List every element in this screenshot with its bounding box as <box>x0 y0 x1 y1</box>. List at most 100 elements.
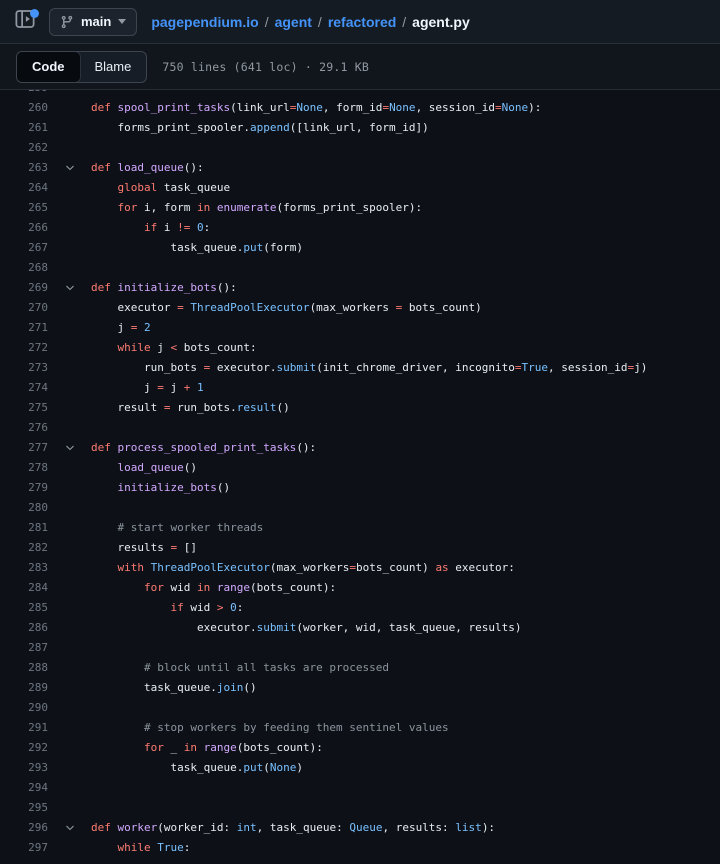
line-number[interactable]: 292 <box>0 738 48 758</box>
code-text: global task_queue <box>91 178 230 198</box>
line-number[interactable]: 277 <box>0 438 48 458</box>
code-text: with ThreadPoolExecutor(max_workers=bots… <box>91 558 515 578</box>
line-number[interactable]: 271 <box>0 318 48 338</box>
code-text: task_queue.put(None) <box>91 758 303 778</box>
branch-name: main <box>81 14 111 29</box>
code-text: def load_queue(): <box>91 158 204 178</box>
code-text: executor.submit(worker, wid, task_queue,… <box>91 618 522 638</box>
line-number[interactable]: 288 <box>0 658 48 678</box>
code-text: while True: <box>91 838 190 858</box>
line-number[interactable]: 264 <box>0 178 48 198</box>
line-number[interactable]: 290 <box>0 698 48 718</box>
line-number[interactable]: 276 <box>0 418 48 438</box>
code-line: 293 task_queue.put(None) <box>0 758 720 778</box>
line-number[interactable]: 286 <box>0 618 48 638</box>
code-line: 289 task_queue.join() <box>0 678 720 698</box>
line-number[interactable]: 274 <box>0 378 48 398</box>
code-text: if wid > 0: <box>91 598 243 618</box>
code-text: forms_print_spooler.append([link_url, fo… <box>91 118 429 138</box>
line-number[interactable]: 275 <box>0 398 48 418</box>
code-line: 267 task_queue.put(form) <box>0 238 720 258</box>
code-line: 279 initialize_bots() <box>0 478 720 498</box>
git-branch-icon <box>60 15 74 29</box>
branch-selector-button[interactable]: main <box>49 8 137 36</box>
code-line: 283 with ThreadPoolExecutor(max_workers=… <box>0 558 720 578</box>
fold-chevron-icon[interactable] <box>48 282 91 294</box>
line-number[interactable]: 278 <box>0 458 48 478</box>
code-text: results = [] <box>91 538 197 558</box>
code-text: # stop workers by feeding them sentinel … <box>91 718 449 738</box>
line-number[interactable]: 295 <box>0 798 48 818</box>
code-text: # block until all tasks are processed <box>91 658 389 678</box>
code-viewer: 259260 def spool_print_tasks(link_url=Non… <box>0 90 720 863</box>
code-text: if i != 0: <box>91 218 210 238</box>
line-number[interactable]: 280 <box>0 498 48 518</box>
line-number[interactable]: 272 <box>0 338 48 358</box>
code-line: 284 for wid in range(bots_count): <box>0 578 720 598</box>
file-toolbar: Code Blame 750 lines (641 loc) · 29.1 KB <box>0 44 720 90</box>
line-number[interactable]: 269 <box>0 278 48 298</box>
fold-chevron-icon[interactable] <box>48 822 91 834</box>
code-line: 263 def load_queue(): <box>0 158 720 178</box>
line-number[interactable]: 296 <box>0 818 48 838</box>
code-tab[interactable]: Code <box>16 51 81 83</box>
notification-dot <box>30 9 39 18</box>
line-number[interactable]: 282 <box>0 538 48 558</box>
fold-chevron-icon[interactable] <box>48 162 91 174</box>
expand-file-tree-button[interactable] <box>14 11 36 33</box>
code-line: 271 j = 2 <box>0 318 720 338</box>
line-number[interactable]: 267 <box>0 238 48 258</box>
line-number[interactable]: 268 <box>0 258 48 278</box>
breadcrumb: pagependium.io / agent / refactored / ag… <box>151 14 469 30</box>
line-number[interactable]: 263 <box>0 158 48 178</box>
code-line: 272 while j < bots_count: <box>0 338 720 358</box>
code-line: 269def initialize_bots(): <box>0 278 720 298</box>
blame-tab[interactable]: Blame <box>80 52 147 82</box>
breadcrumb-file-name: agent.py <box>412 14 470 30</box>
code-text: def worker(worker_id: int, task_queue: Q… <box>91 818 495 838</box>
fold-chevron-icon[interactable] <box>48 442 91 454</box>
line-number[interactable]: 265 <box>0 198 48 218</box>
line-number[interactable]: 289 <box>0 678 48 698</box>
line-number[interactable]: 279 <box>0 478 48 498</box>
file-info: 750 lines (641 loc) · 29.1 KB <box>162 60 369 74</box>
code-line: 277 def process_spooled_print_tasks(): <box>0 438 720 458</box>
code-line: 288 # block until all tasks are processe… <box>0 658 720 678</box>
code-line: 295 <box>0 798 720 818</box>
breadcrumb-separator: / <box>318 14 322 30</box>
code-text: for i, form in enumerate(forms_print_spo… <box>91 198 422 218</box>
code-text: task_queue.put(form) <box>91 238 303 258</box>
line-number[interactable]: 285 <box>0 598 48 618</box>
line-number[interactable]: 283 <box>0 558 48 578</box>
line-number[interactable]: 260 <box>0 98 48 118</box>
code-text: for wid in range(bots_count): <box>91 578 336 598</box>
code-text: result = run_bots.result() <box>91 398 290 418</box>
line-number[interactable]: 270 <box>0 298 48 318</box>
breadcrumb-dir-link[interactable]: refactored <box>328 14 396 30</box>
line-number[interactable]: 281 <box>0 518 48 538</box>
code-line: 275 result = run_bots.result() <box>0 398 720 418</box>
line-number[interactable]: 262 <box>0 138 48 158</box>
line-number[interactable]: 273 <box>0 358 48 378</box>
chevron-down-icon <box>118 19 126 24</box>
line-number[interactable]: 259 <box>0 90 48 98</box>
line-number[interactable]: 284 <box>0 578 48 598</box>
line-number[interactable]: 294 <box>0 778 48 798</box>
code-line: 273 run_bots = executor.submit(init_chro… <box>0 358 720 378</box>
line-number[interactable]: 266 <box>0 218 48 238</box>
code-line: 294 <box>0 778 720 798</box>
code-line: 266 if i != 0: <box>0 218 720 238</box>
code-line: 265 for i, form in enumerate(forms_print… <box>0 198 720 218</box>
breadcrumb-repo-link[interactable]: pagependium.io <box>151 14 258 30</box>
code-text: def process_spooled_print_tasks(): <box>91 438 316 458</box>
line-number[interactable]: 287 <box>0 638 48 658</box>
line-number[interactable]: 297 <box>0 838 48 858</box>
code-text: j = j + 1 <box>91 378 204 398</box>
breadcrumb-dir-link[interactable]: agent <box>275 14 312 30</box>
line-number[interactable]: 293 <box>0 758 48 778</box>
code-line: 282 results = [] <box>0 538 720 558</box>
code-text: def spool_print_tasks(link_url=None, for… <box>91 98 541 118</box>
line-number[interactable]: 291 <box>0 718 48 738</box>
code-blame-segmented-control: Code Blame <box>16 51 147 83</box>
line-number[interactable]: 261 <box>0 118 48 138</box>
